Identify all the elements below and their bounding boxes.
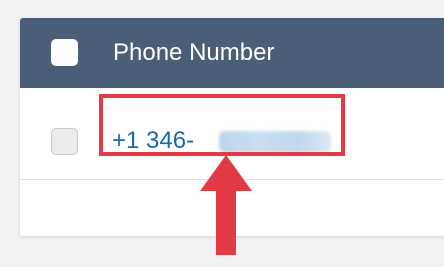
row-checkbox[interactable] [51,128,78,155]
up-arrow-icon [200,155,252,255]
annotation-highlight-box [99,94,345,156]
phone-number-column-header[interactable]: Phone Number [113,39,274,67]
table-header: Phone Number [20,18,444,88]
page: Phone Number +1 346- [0,0,444,267]
select-all-checkbox[interactable] [51,39,78,66]
